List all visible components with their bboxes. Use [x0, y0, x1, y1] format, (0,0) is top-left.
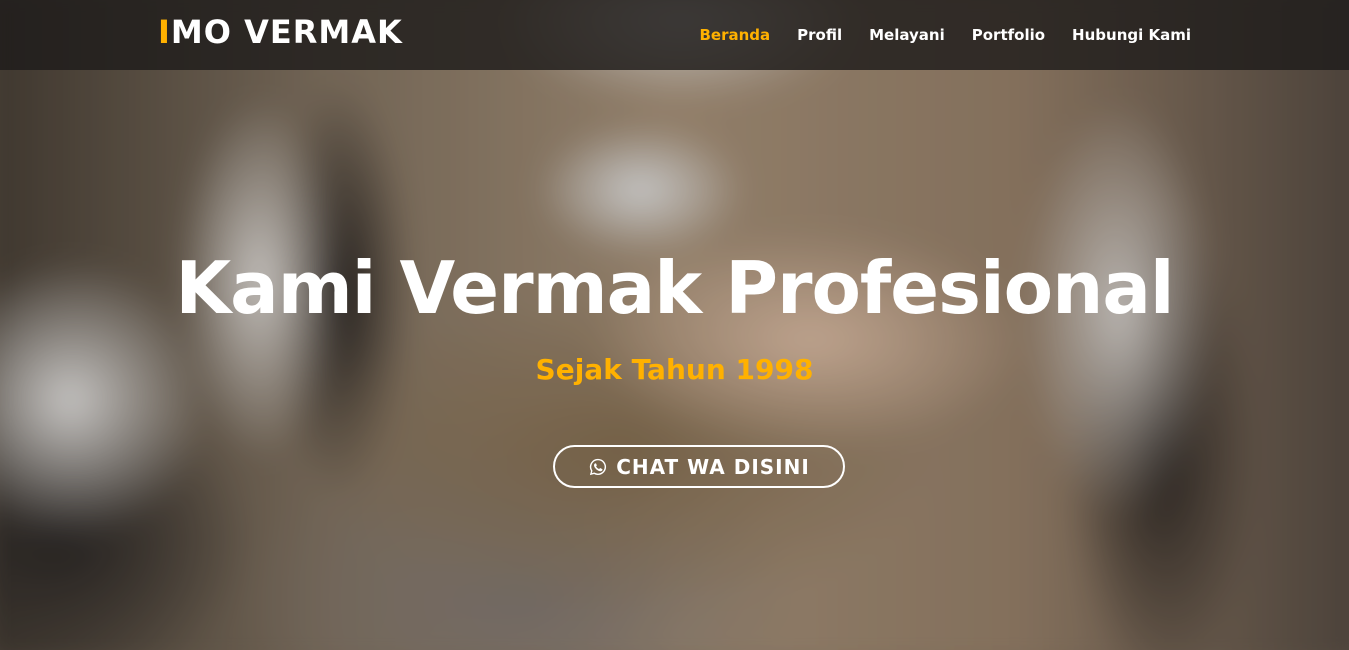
chat-wa-button[interactable]: CHAT WA DISINI — [553, 445, 845, 488]
site-logo[interactable]: IMO VERMAK — [158, 12, 403, 52]
site-header: IMO VERMAK Beranda Profil Melayani Portf… — [0, 0, 1349, 70]
nav-item-portfolio[interactable]: Portfolio — [972, 24, 1045, 46]
nav-item-beranda[interactable]: Beranda — [699, 24, 770, 46]
nav-item-profil[interactable]: Profil — [797, 24, 842, 46]
hero-headline: Kami Vermak Profesional — [175, 246, 1174, 330]
hero-section: IMO VERMAK Beranda Profil Melayani Portf… — [0, 0, 1349, 650]
hero-subheadline: Sejak Tahun 1998 — [535, 353, 814, 386]
logo-text: MO VERMAK — [170, 13, 403, 51]
chat-wa-label: CHAT WA DISINI — [616, 454, 810, 479]
nav-item-hubungi-kami[interactable]: Hubungi Kami — [1072, 24, 1191, 46]
main-nav: Beranda Profil Melayani Portfolio Hubung… — [699, 24, 1191, 46]
nav-item-melayani[interactable]: Melayani — [869, 24, 945, 46]
whatsapp-icon — [590, 458, 607, 475]
logo-accent: I — [158, 13, 171, 51]
